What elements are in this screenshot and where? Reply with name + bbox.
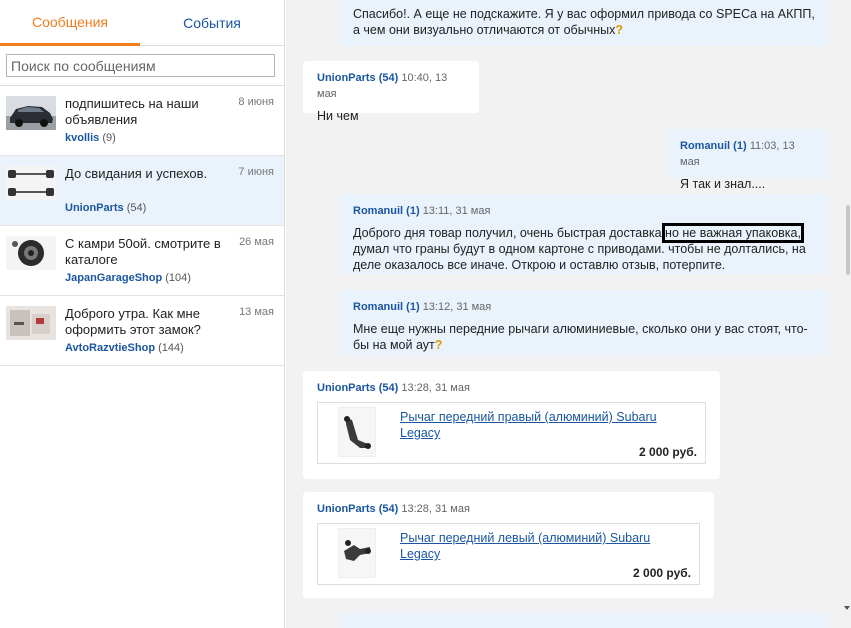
conversation-preview: подпишитесь на наши объявления xyxy=(65,96,199,127)
message-meta: UnionParts (54) 13:28, 31 мая xyxy=(317,380,706,396)
conversation-preview: Доброго утра. Как мне оформить этот замо… xyxy=(65,306,201,337)
conversation-preview: С камри 50ой. смотрите в каталоге xyxy=(65,236,221,267)
message-meta: UnionParts (54) 13:28, 31 мая xyxy=(317,501,700,517)
message-text: Спасибо!. А еще не подскажите. Я у вас о… xyxy=(353,7,815,37)
sender-name[interactable]: AvtoRazvtieShop xyxy=(65,342,155,354)
product-price: 2 000 руб. xyxy=(639,445,697,459)
sender-rating: (9) xyxy=(102,132,116,144)
sender-name[interactable]: kvollis xyxy=(65,132,99,144)
product-info: Рычаг передний правый (алюминий) Subaru … xyxy=(400,407,697,459)
message-incoming-product: UnionParts (54) 13:28, 31 мая Рычаг пере… xyxy=(303,492,714,598)
conversation-item[interactable]: подпишитесь на наши объявления 8 июня kv… xyxy=(0,86,284,156)
product-card[interactable]: Рычаг передний правый (алюминий) Subaru … xyxy=(317,402,706,464)
conversation-sender: kvollis (9) xyxy=(65,132,116,144)
tab-events[interactable]: События xyxy=(140,0,284,46)
product-card[interactable]: Рычаг передний левый (алюминий) Subaru L… xyxy=(317,523,700,585)
message-outgoing: Спасибо!. А еще не подскажите. Я у вас о… xyxy=(339,0,829,46)
conversation-sender: UnionParts (54) xyxy=(65,202,146,214)
message-text: Доброго дня товар получил, очень быстрая… xyxy=(353,223,806,272)
product-price: 2 000 руб. xyxy=(633,566,691,580)
scroll-down-icon[interactable] xyxy=(844,606,850,610)
message-meta: Romanuil (1) 13:12, 31 мая xyxy=(353,299,815,315)
conversation-list-panel: Сообщения События подпишитесь на наши об… xyxy=(0,0,285,628)
message-text: Я так и знал.... xyxy=(680,177,766,191)
message-outgoing xyxy=(339,612,829,628)
chat-panel: Спасибо!. А еще не подскажите. Я у вас о… xyxy=(286,0,851,628)
sender-name[interactable]: JapanGarageShop xyxy=(65,272,162,284)
conversation-item[interactable]: С камри 50ой. смотрите в каталоге 26 мая… xyxy=(0,226,284,296)
wheel-part-thumbnail xyxy=(6,236,56,270)
message-outgoing: Romanuil (1) 13:11, 31 мая Доброго дня т… xyxy=(339,194,829,274)
search-input[interactable] xyxy=(6,54,275,77)
message-author[interactable]: UnionParts (54) xyxy=(317,382,398,394)
message-meta: Romanuil (1) 13:11, 31 мая xyxy=(353,203,815,219)
product-link[interactable]: Рычаг передний левый (алюминий) Subaru L… xyxy=(400,530,691,562)
scrollbar-thumb[interactable] xyxy=(846,205,850,275)
car-thumbnail xyxy=(6,96,56,130)
product-info: Рычаг передний левый (алюминий) Subaru L… xyxy=(400,528,691,580)
drive-shaft-thumbnail xyxy=(6,166,56,200)
conversation-item[interactable]: До свидания и успехов. 7 июня UnionParts… xyxy=(0,156,284,226)
message-meta: Romanuil (1) 11:03, 13 мая xyxy=(680,138,815,170)
conversation-date: 26 мая xyxy=(239,236,274,248)
message-author[interactable]: Romanuil (1) xyxy=(353,205,420,217)
search-bar xyxy=(0,46,284,86)
conversation-sender: JapanGarageShop (104) xyxy=(65,272,191,284)
message-author[interactable]: UnionParts (54) xyxy=(317,72,398,84)
message-meta: UnionParts (54) 10:40, 13 мая xyxy=(317,70,465,102)
message-incoming-product: UnionParts (54) 13:28, 31 мая Рычаг пере… xyxy=(303,371,720,479)
message-incoming: UnionParts (54) 10:40, 13 мая Ни чем xyxy=(303,61,479,123)
message-text: Ни чем xyxy=(317,109,359,123)
conversation-date: 13 мая xyxy=(239,306,274,318)
conversation-date: 7 июня xyxy=(238,166,274,178)
control-arm-image[interactable] xyxy=(338,407,376,457)
conversation-date: 8 июня xyxy=(238,96,274,108)
message-text: Мне еще нужны передние рычаги алюминиевы… xyxy=(353,322,808,352)
lock-part-thumbnail xyxy=(6,306,56,340)
sender-rating: (144) xyxy=(158,342,184,354)
message-time: 13:12, 31 мая xyxy=(422,301,492,313)
sender-name[interactable]: UnionParts xyxy=(65,202,124,214)
conversation-item[interactable]: Доброго утра. Как мне оформить этот замо… xyxy=(0,296,284,366)
message-author[interactable]: Romanuil (1) xyxy=(680,140,747,152)
message-author[interactable]: UnionParts (54) xyxy=(317,503,398,515)
tab-messages[interactable]: Сообщения xyxy=(0,0,140,46)
tab-bar: Сообщения События xyxy=(0,0,284,46)
sender-rating: (104) xyxy=(165,272,191,284)
product-link[interactable]: Рычаг передний правый (алюминий) Subaru … xyxy=(400,409,697,441)
conversation-sender: AvtoRazvtieShop (144) xyxy=(65,342,184,354)
chat-scrollbar[interactable] xyxy=(843,0,851,628)
message-author[interactable]: Romanuil (1) xyxy=(353,301,420,313)
conversation-preview: До свидания и успехов. xyxy=(65,166,208,181)
message-time: 13:28, 31 мая xyxy=(401,382,470,394)
message-time: 13:11, 31 мая xyxy=(422,205,491,217)
message-outgoing: Romanuil (1) 13:12, 31 мая Мне еще нужны… xyxy=(339,290,829,356)
message-outgoing: Romanuil (1) 11:03, 13 мая Я так и знал.… xyxy=(666,129,829,191)
highlighted-text: но не важная упаковка, xyxy=(662,223,804,243)
sender-rating: (54) xyxy=(126,202,147,214)
message-time: 13:28, 31 мая xyxy=(401,503,470,515)
control-arm-image[interactable] xyxy=(338,528,376,578)
